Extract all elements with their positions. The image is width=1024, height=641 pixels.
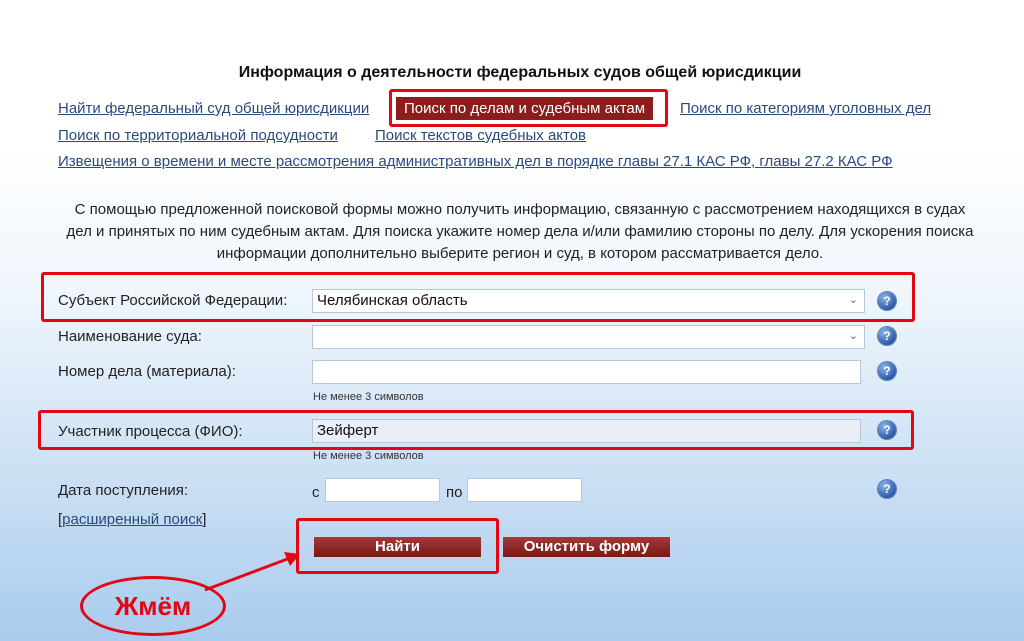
annotation-press-label: Жмём xyxy=(80,576,226,636)
annotation-arrow xyxy=(204,552,300,592)
